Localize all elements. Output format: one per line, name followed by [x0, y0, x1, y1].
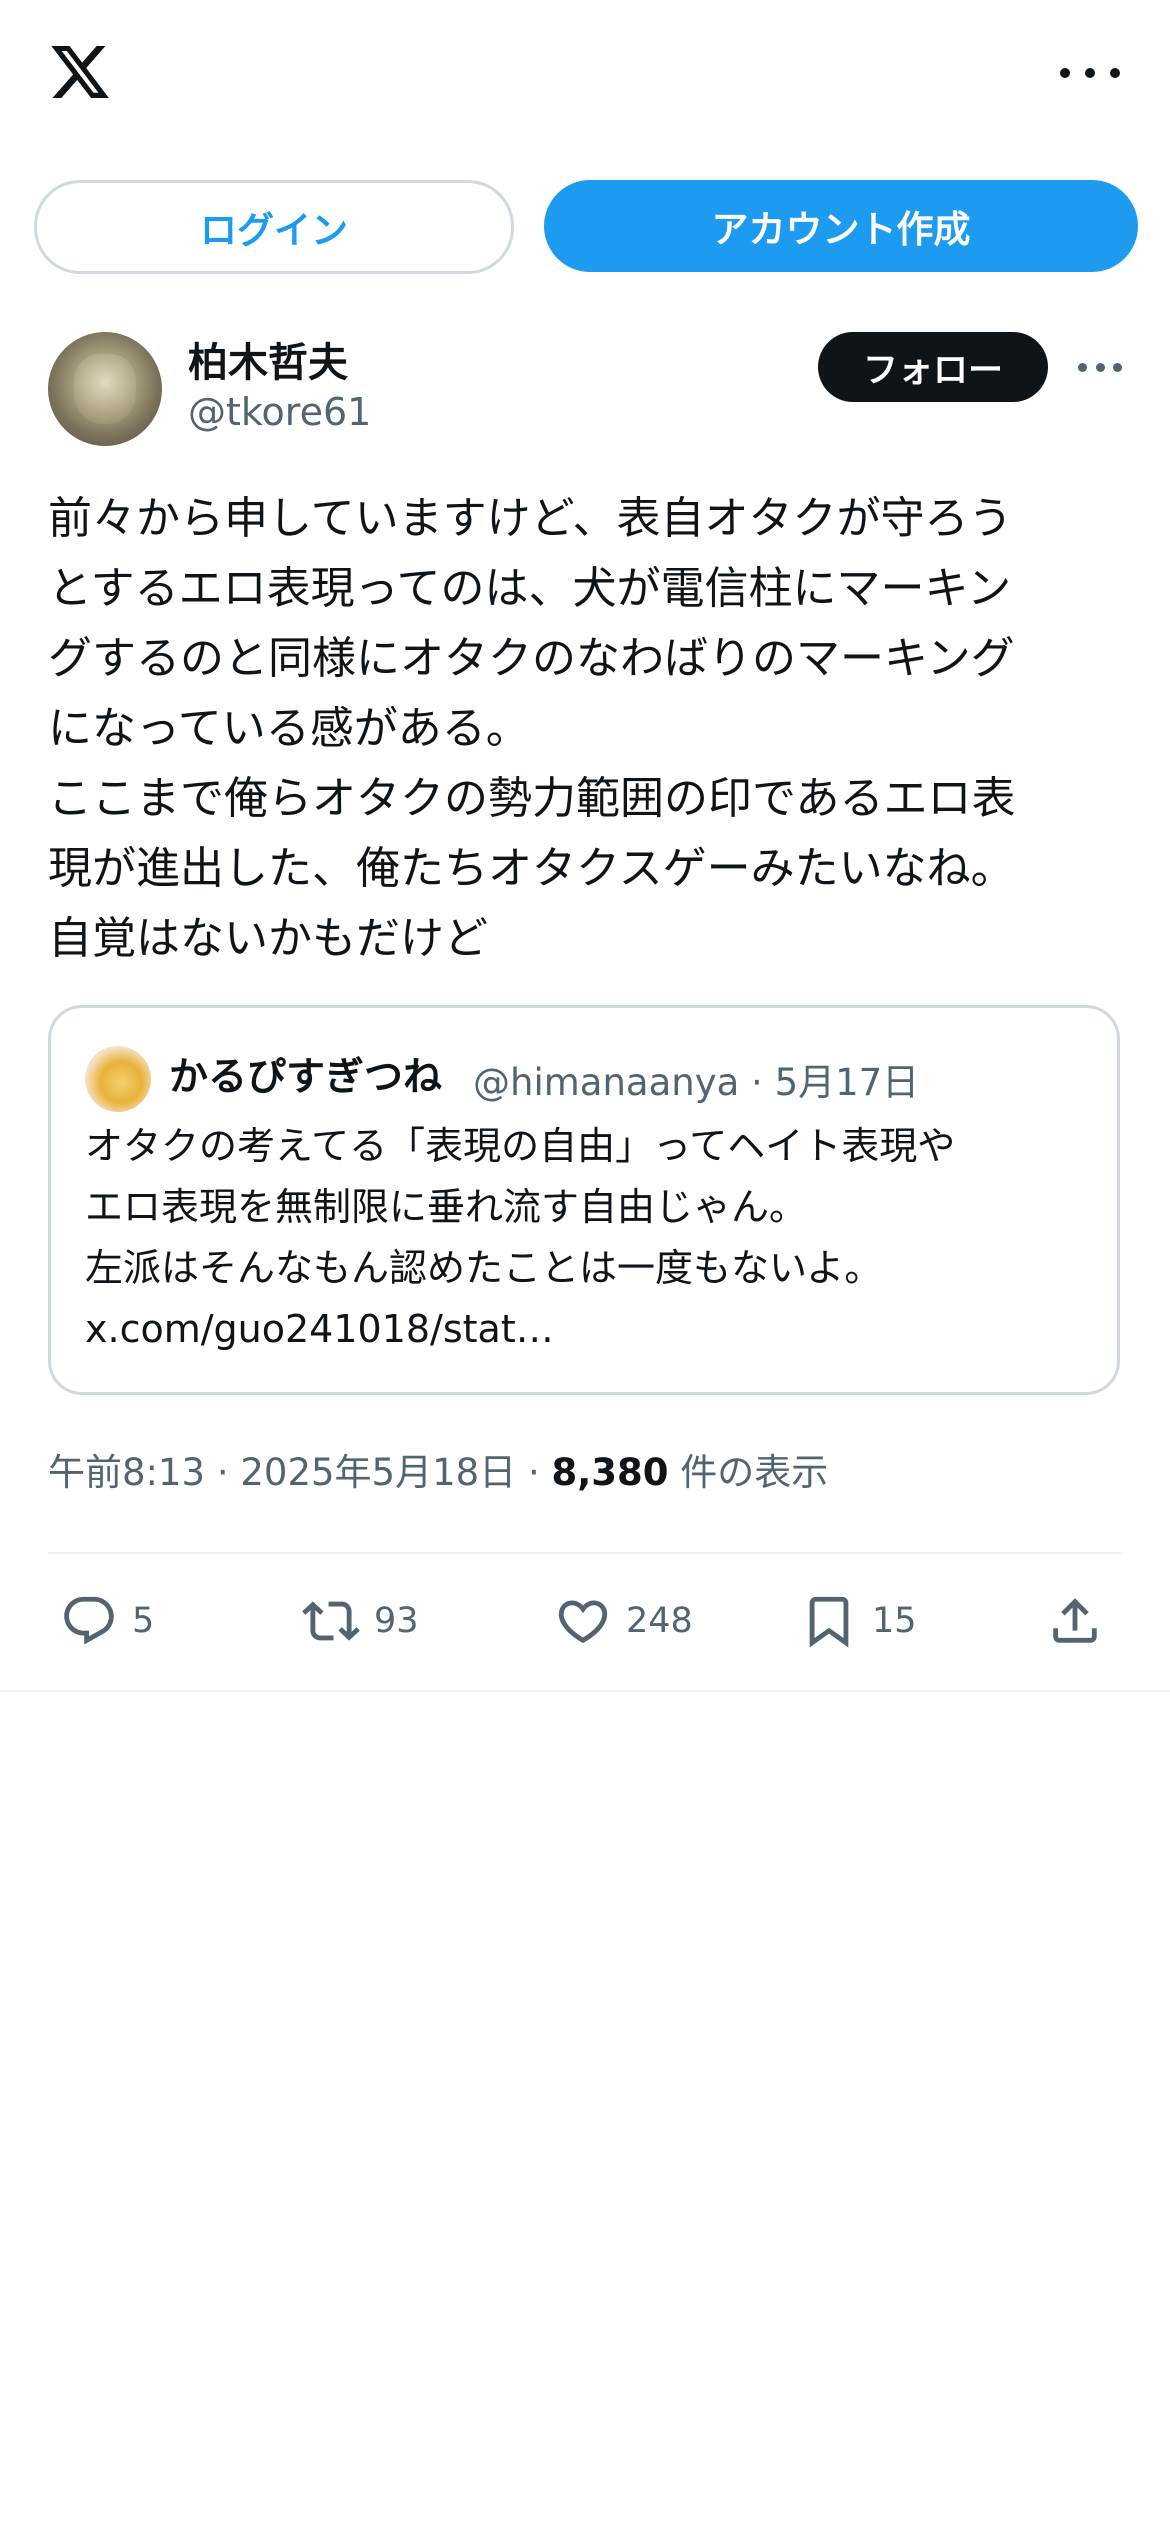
action-bar: 5 93 248 15: [48, 1586, 1122, 1656]
tweet-author: 柏木哲夫 @tkore61 フォロー: [48, 330, 1128, 450]
bookmark-icon: [809, 1596, 849, 1648]
meta-separator: ·: [216, 1451, 229, 1494]
login-button[interactable]: ログイン: [34, 180, 514, 274]
tweet-line: ここまで俺らオタクの勢力範囲の印であるエロ表: [48, 773, 1016, 824]
quoted-tweet[interactable]: かるぴすぎつね @himanaanya · 5月17日 オタクの考えてる「表現の…: [48, 1005, 1120, 1395]
tweet-date[interactable]: 2025年5月18日: [240, 1451, 516, 1494]
reply-button[interactable]: 5: [60, 1586, 154, 1656]
follow-button[interactable]: フォロー: [818, 332, 1048, 402]
like-button[interactable]: 248: [554, 1586, 693, 1656]
reply-icon: [64, 1596, 114, 1645]
tweet-meta: 午前8:13 · 2025年5月18日 · 8,380 件の表示: [48, 1442, 828, 1496]
tweet-time[interactable]: 午前8:13: [48, 1451, 205, 1494]
views-label: 件の表示: [680, 1451, 829, 1494]
signup-button[interactable]: アカウント作成: [544, 180, 1138, 272]
share-icon: [1053, 1598, 1097, 1643]
share-button[interactable]: [1046, 1586, 1104, 1656]
quote-date: 5月17日: [774, 1061, 920, 1104]
avatar[interactable]: [48, 332, 162, 446]
quote-line: エロ表現を無制限に垂れ流す自由じゃん。: [85, 1185, 808, 1229]
retweet-icon: [302, 1601, 360, 1641]
more-options-icon[interactable]: [1078, 362, 1122, 372]
tweet-line: 自覚はないかもだけど: [48, 913, 488, 964]
quote-line: オタクの考えてる「表現の自由」ってヘイト表現や: [85, 1124, 956, 1168]
like-count: 248: [626, 1601, 693, 1641]
tweet-line: 現が進出した、俺たちオタクスゲーみたいなね。: [48, 843, 1015, 894]
tweet-line: グするのと同様にオタクのなわばりのマーキング: [48, 633, 1015, 684]
meta-separator: ·: [527, 1451, 540, 1494]
tweet-line: 前々から申していますけど、表自オタクが守ろう: [48, 493, 1013, 544]
more-horizontal-icon[interactable]: [1060, 58, 1120, 88]
quote-avatar: [85, 1046, 151, 1112]
bookmark-button[interactable]: 15: [800, 1586, 917, 1656]
bookmark-count: 15: [872, 1601, 917, 1641]
retweet-count: 93: [374, 1601, 419, 1641]
tweet-line: になっている感がある。: [48, 703, 530, 754]
quote-meta: @himanaanya · 5月17日: [473, 1052, 919, 1106]
retweet-button[interactable]: 93: [302, 1586, 419, 1656]
quote-display-name: かるぴすぎつね: [169, 1055, 443, 1100]
author-handle[interactable]: @tkore61: [188, 390, 371, 434]
tweet-line: とするエロ表現ってのは、犬が電信柱にマーキン: [48, 563, 1012, 614]
auth-buttons: ログイン アカウント作成: [34, 180, 1138, 274]
top-bar: [0, 0, 1170, 150]
x-logo-icon[interactable]: [46, 40, 114, 104]
quote-link[interactable]: x.com/guo241018/stat…: [85, 1299, 1085, 1360]
divider: [0, 1690, 1170, 1692]
tweet-text: 前々から申していますけど、表自オタクが守ろう とするエロ表現ってのは、犬が電信柱…: [48, 484, 1128, 974]
author-display-name[interactable]: 柏木哲夫: [188, 330, 348, 388]
heart-icon: [558, 1600, 608, 1644]
divider: [48, 1552, 1122, 1554]
quote-handle: @himanaanya: [473, 1061, 740, 1104]
quote-line: 左派はそんなもん認めたことは一度もないよ。: [85, 1246, 883, 1290]
quote-text: オタクの考えてる「表現の自由」ってヘイト表現や エロ表現を無制限に垂れ流す自由じ…: [85, 1116, 1085, 1360]
views-count: 8,380: [551, 1451, 669, 1494]
reply-count: 5: [132, 1601, 155, 1641]
quote-separator: ·: [751, 1061, 763, 1104]
